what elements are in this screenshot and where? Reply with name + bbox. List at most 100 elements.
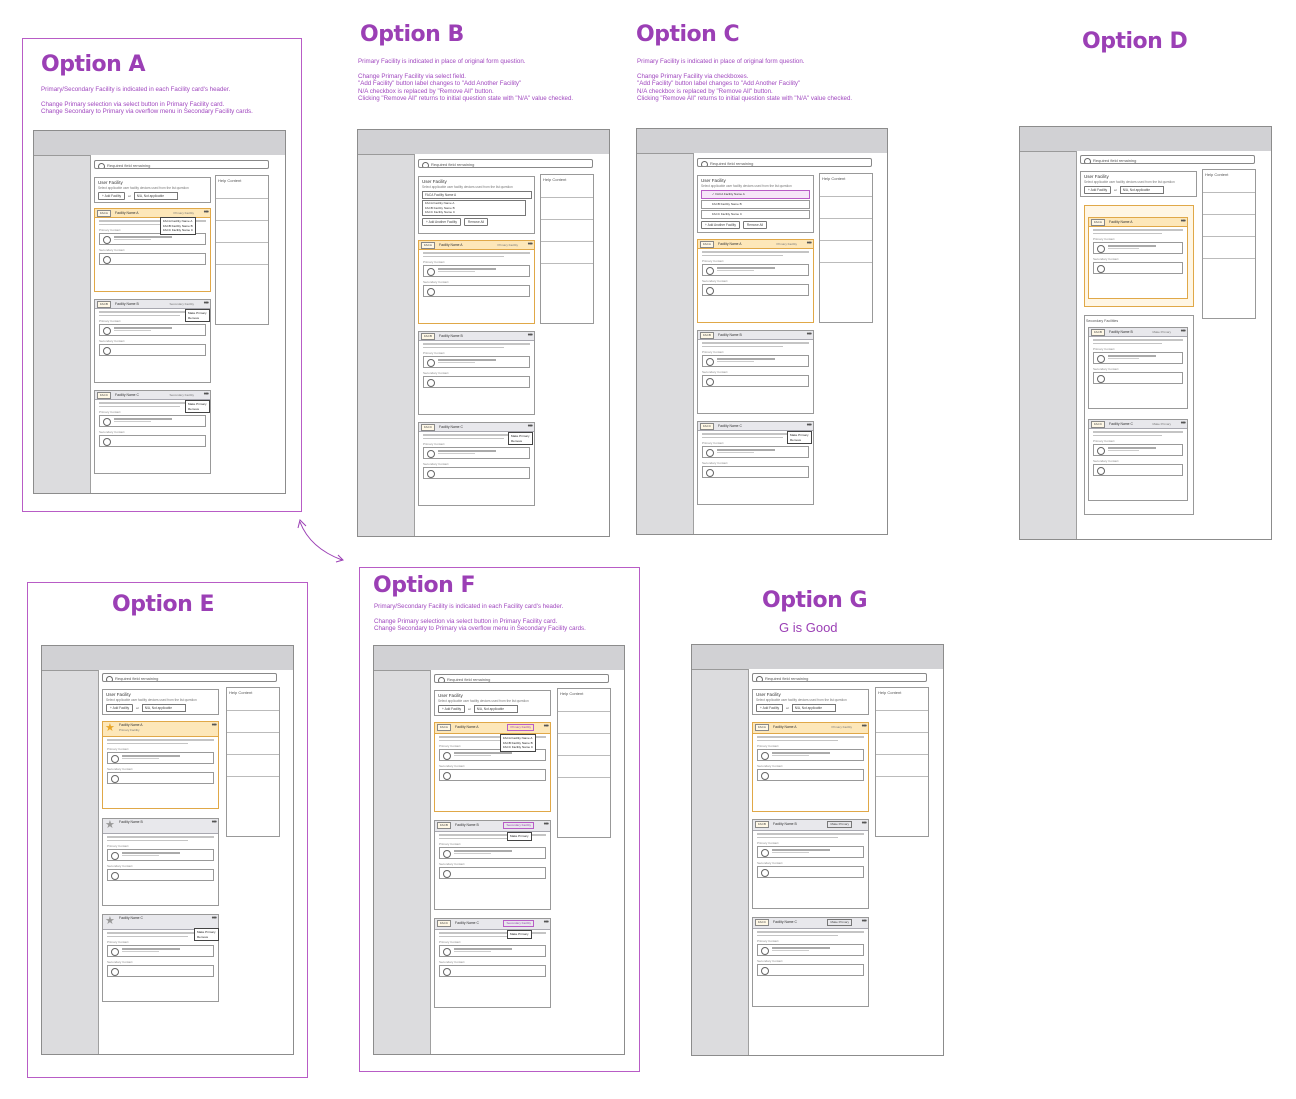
option-b-title: Option B [360, 22, 464, 47]
na-checkbox[interactable]: N/A, Not applicable [1119, 186, 1164, 194]
overflow-menu-icon[interactable]: ••• [1181, 328, 1186, 335]
overflow-menu-icon[interactable]: ••• [528, 241, 533, 248]
facility-card-primary: FACA Facility Name A Primary Facility ••• P… [418, 240, 535, 324]
overflow-menu-popup[interactable]: Make Primary Remove [508, 432, 533, 445]
remove-all-button[interactable]: Remove All [463, 217, 489, 226]
add-another-facility-button[interactable]: + Add Another Facility [422, 217, 461, 226]
add-facility-button[interactable]: + Add Facility [438, 705, 466, 713]
overflow-menu-icon[interactable]: ••• [807, 422, 812, 429]
na-checkbox[interactable]: N/A, Not applicable [791, 704, 836, 712]
overflow-menu-popup[interactable]: Make Primary [507, 930, 532, 939]
primary-select-dropdown[interactable]: FACA Facility Name A FACB Facility Name B… [160, 217, 197, 235]
add-facility-button[interactable]: + Add Facility [98, 192, 126, 200]
overflow-menu-icon[interactable]: ••• [544, 919, 549, 926]
facility-card-primary: FACA Facility Name A Primary Facility ••• P… [697, 239, 814, 323]
overflow-menu-icon[interactable]: ••• [204, 209, 209, 216]
primary-facility-question: User Facility Select applicable user fac… [697, 175, 814, 233]
star-outline-icon[interactable]: ★ [105, 916, 115, 927]
overflow-menu-icon[interactable]: ••• [862, 918, 867, 925]
option-d-screen: Required field remaining Help Content Us… [1019, 126, 1272, 540]
facility-card-c: FACC Facility Name C Make Primary ••• Prima… [1088, 419, 1188, 501]
option-f-title: Option F [373, 573, 475, 598]
overflow-menu-popup[interactable]: Make Primary Remove [185, 309, 210, 322]
user-facility-question: User Facility Select applicable user fac… [434, 690, 551, 716]
primary-checkbox-b[interactable]: FACB Facility Name B [701, 200, 810, 209]
overflow-menu-popup[interactable]: Make Primary [507, 832, 532, 841]
facility-card-primary: FACA Facility Name A ••• Primary Contact S… [1088, 217, 1188, 299]
help-panel: Help Content [557, 688, 611, 838]
required-field-banner: Required field remaining [102, 673, 277, 682]
overflow-menu-icon[interactable]: ••• [528, 332, 533, 339]
required-field-banner: Required field remaining [752, 673, 927, 682]
remove-all-button[interactable]: Remove All [742, 221, 768, 229]
help-panel: Help Content [215, 175, 269, 325]
facility-card-b: FACB Facility Name B Secondary Facility •••… [434, 820, 551, 910]
option-b-notes: Primary Facility is indicated in place o… [358, 58, 574, 103]
primary-facility-select[interactable]: FACA Facility Name A [422, 191, 532, 199]
option-c-title: Option C [636, 22, 740, 47]
overflow-menu-icon[interactable]: ••• [807, 331, 812, 338]
option-b-screen: Required field remaining Help Content Us… [357, 129, 610, 537]
add-another-facility-button[interactable]: + Add Another Facility [701, 221, 740, 229]
option-g-title: Option G [762, 588, 868, 613]
required-field-banner: Required field remaining [434, 674, 609, 683]
option-a-screen: Required field remaining Help Content Us… [33, 130, 286, 494]
required-field-banner: Required field remaining [697, 158, 872, 167]
user-facility-question: User Facility Select applicable user fac… [1080, 171, 1197, 197]
help-panel: Help Content [1202, 169, 1256, 319]
overflow-menu-icon[interactable]: ••• [544, 723, 549, 730]
required-field-banner: Required field remaining [94, 160, 269, 169]
overflow-menu-icon[interactable]: ••• [862, 820, 867, 827]
add-facility-button[interactable]: + Add Facility [106, 704, 134, 712]
na-checkbox[interactable]: N/A, Not applicable [473, 705, 518, 713]
overflow-menu-icon[interactable]: ••• [807, 240, 812, 247]
make-primary-button[interactable]: Make Primary [827, 919, 852, 926]
overflow-menu-icon[interactable]: ••• [544, 821, 549, 828]
overflow-menu-icon[interactable]: ••• [212, 722, 217, 729]
primary-select-button[interactable]: Primary Facility [507, 724, 534, 731]
help-panel: Help Content [540, 174, 594, 324]
user-facility-question: User Facility Select applicable user fac… [752, 689, 869, 715]
overflow-menu-popup[interactable]: Make Primary Remove [185, 400, 210, 413]
required-field-banner: Required field remaining [418, 159, 593, 168]
star-filled-icon[interactable]: ★ [105, 723, 115, 734]
na-checkbox[interactable]: N/A, Not applicable [141, 704, 186, 712]
primary-select-dropdown[interactable]: FACA Facility Name A FACB Facility Name B… [500, 734, 537, 752]
facility-card-b: FACB Facility Name B Make Primary ••• Prima… [752, 819, 869, 909]
overflow-menu-icon[interactable]: ••• [1181, 420, 1186, 427]
required-field-banner: Required field remaining [1080, 155, 1255, 164]
option-c-screen: Required field remaining Help Content Us… [636, 128, 888, 535]
overflow-menu-icon[interactable]: ••• [862, 723, 867, 730]
na-checkbox[interactable]: N/A, Not applicable [133, 192, 178, 200]
star-outline-icon[interactable]: ★ [105, 820, 115, 831]
option-f-screen: Required field remaining Help Content Us… [373, 645, 625, 1055]
add-facility-button[interactable]: + Add Facility [1084, 186, 1112, 194]
option-a-notes: Primary/Secondary Facility is indicated … [41, 86, 253, 116]
primary-checkbox-a[interactable]: ✓ FACA Facility Name A [701, 190, 810, 199]
make-primary-button[interactable]: Make Primary [827, 821, 852, 828]
facility-card-b: FACB Facility Name B ••• Primary Contact S… [697, 330, 814, 414]
add-facility-button[interactable]: + Add Facility [756, 704, 784, 712]
overflow-menu-popup[interactable]: Make Primary Remove [194, 928, 219, 941]
option-g-screen: Required field remaining Help Content Us… [691, 644, 944, 1056]
primary-facility-question: User Facility Select applicable user fac… [418, 176, 535, 234]
facility-card-primary: ★ Facility Name A Primary Facility ••• Prim… [102, 721, 219, 809]
overflow-menu-icon[interactable]: ••• [204, 300, 209, 307]
facility-card-b: ★ Facility Name B ••• Primary Contact Seco… [102, 818, 219, 906]
overflow-menu-icon[interactable]: ••• [212, 915, 217, 922]
option-d-title: Option D [1082, 29, 1188, 54]
facility-card-primary: FACA Facility Name A Primary Facility ••• P… [752, 722, 869, 812]
overflow-menu-icon[interactable]: ••• [204, 391, 209, 398]
help-panel: Help Content [875, 687, 929, 837]
primary-checkbox-c[interactable]: FACC Facility Name C [701, 210, 810, 219]
facility-card-c: FACC Facility Name C Make Primary ••• Prima… [752, 917, 869, 1007]
overflow-menu-icon[interactable]: ••• [212, 819, 217, 826]
connector-arrow [297, 519, 344, 563]
option-e-title: Option E [112, 592, 214, 617]
option-a-title: Option A [41, 52, 145, 77]
overflow-menu-icon[interactable]: ••• [528, 423, 533, 430]
facility-card-c: FACC Facility Name C Secondary Facility •••… [434, 918, 551, 1008]
overflow-menu-icon[interactable]: ••• [1181, 218, 1186, 225]
option-e-screen: Required field remaining Help Content Us… [41, 645, 294, 1055]
overflow-menu-popup[interactable]: Make Primary Remove [787, 431, 812, 444]
